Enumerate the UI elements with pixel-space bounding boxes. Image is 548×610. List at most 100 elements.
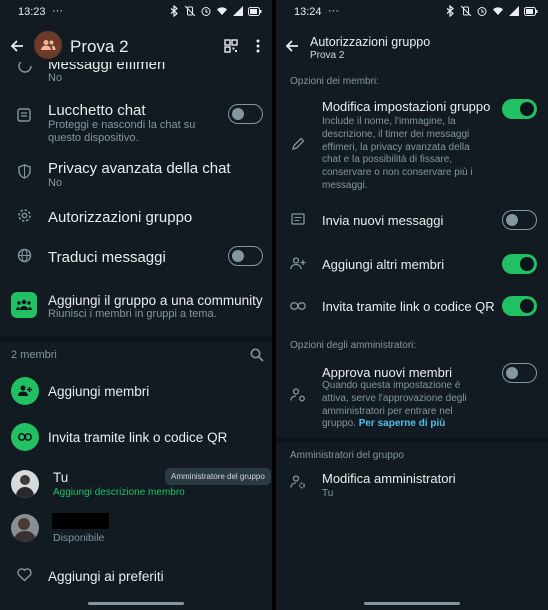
status-dots: ···	[328, 5, 339, 17]
redacted-member-name	[52, 513, 109, 529]
chat-lock-title: Lucchetto chat	[48, 102, 146, 119]
edit-settings-toggle[interactable]	[502, 99, 537, 119]
gesture-bar	[88, 602, 184, 605]
back-arrow-icon[interactable]	[9, 38, 25, 54]
permissions-title: Autorizzazioni gruppo	[310, 35, 431, 49]
admins-options-label: Opzioni degli amministratori:	[290, 340, 417, 351]
group-title: Prova 2	[70, 37, 129, 56]
heart-icon	[17, 568, 32, 582]
add-to-community-row[interactable]: Aggiungi il gruppo a una community Riuni…	[0, 290, 272, 326]
vibrate-off-icon	[460, 5, 472, 17]
add-other-members-label: Aggiungi altri membri	[322, 257, 445, 272]
favorites-label: Aggiungi ai preferiti	[48, 569, 164, 584]
approve-toggle[interactable]	[502, 363, 537, 383]
send-messages-toggle[interactable]	[502, 210, 537, 230]
translate-toggle[interactable]	[228, 246, 263, 266]
toggle-knob	[232, 107, 244, 120]
add-member-icon	[11, 377, 39, 405]
gesture-bar	[364, 602, 460, 605]
translate-row[interactable]: Traduci messaggi	[0, 244, 272, 270]
battery-icon	[248, 6, 262, 16]
community-icon	[11, 292, 37, 318]
ephemeral-subtitle: No	[48, 72, 63, 84]
invite-link-label: Invita tramite link o codice QR	[48, 430, 228, 445]
edit-settings-desc: Include il nome, l'immagine, la descrizi…	[322, 116, 473, 191]
member-name-you: Tu	[53, 470, 69, 485]
send-messages-row[interactable]: Invia nuovi messaggi	[276, 208, 548, 234]
add-members-row[interactable]: Aggiungi membri	[0, 375, 272, 409]
member-avatar-other	[11, 514, 39, 542]
member-status-other: Disponibile	[53, 532, 105, 544]
section-divider	[276, 438, 548, 442]
member-row-you[interactable]: Tu Aggiungi descrizione membro Amministr…	[0, 464, 272, 504]
shield-icon	[18, 164, 31, 179]
signal-icon	[233, 6, 243, 16]
invite-link-row[interactable]: Invita tramite link o codice QR	[0, 421, 272, 455]
status-time: 13:23	[18, 6, 46, 18]
add-other-members-row[interactable]: Aggiungi altri membri	[276, 252, 548, 278]
chat-lock-toggle[interactable]	[228, 104, 263, 124]
group-avatar-icon	[41, 40, 56, 50]
bluetooth-icon	[170, 5, 178, 17]
edit-admins-row[interactable]: Modifica amministratori Tu	[276, 468, 548, 502]
advanced-privacy-title: Privacy avanzata della chat	[48, 160, 231, 177]
wifi-icon	[493, 7, 503, 15]
timer-icon	[18, 62, 32, 73]
edit-admins-title: Modifica amministratori	[322, 471, 456, 486]
admin-settings-icon	[290, 475, 305, 489]
invite-via-link-row[interactable]: Invita tramite link o codice QR	[276, 294, 548, 320]
approve-title: Approva nuovi membri	[322, 365, 453, 380]
chat-lock-icon	[17, 108, 31, 122]
toggle-knob	[520, 299, 534, 313]
translate-title: Traduci messaggi	[48, 249, 166, 266]
edit-admins-subtitle: Tu	[322, 488, 334, 499]
status-icons	[168, 5, 262, 17]
chat-lock-subtitle: Proteggi e nascondi la chat su questo di…	[48, 119, 196, 144]
qr-code-icon[interactable]	[224, 39, 238, 53]
ephemeral-messages-row[interactable]: Messaggi effimeri No	[0, 62, 272, 86]
toggle-knob	[506, 366, 518, 379]
member-row-other[interactable]: Disponibile	[0, 508, 272, 548]
add-other-members-toggle[interactable]	[502, 254, 537, 274]
group-avatar[interactable]	[34, 31, 62, 59]
members-count: 2 membri	[11, 349, 57, 361]
send-messages-label: Invia nuovi messaggi	[322, 213, 444, 228]
toggle-knob	[520, 257, 534, 271]
status-time: 13:24	[294, 6, 322, 18]
globe-icon	[17, 248, 32, 263]
advanced-privacy-row[interactable]: Privacy avanzata della chat No	[0, 158, 272, 194]
add-member-description-link[interactable]: Aggiungi descrizione membro	[53, 487, 185, 498]
add-to-favorites-row[interactable]: Aggiungi ai preferiti	[0, 564, 272, 590]
group-permissions-title: Autorizzazioni gruppo	[48, 209, 193, 226]
alarm-icon	[477, 7, 487, 16]
chat-lock-row[interactable]: Lucchetto chat Proteggi e nascondi la ch…	[0, 100, 272, 144]
bluetooth-icon	[446, 5, 454, 17]
members-options-label: Opzioni dei membri:	[290, 76, 379, 87]
add-members-label: Aggiungi membri	[48, 384, 150, 399]
community-title: Aggiungi il gruppo a una community	[48, 293, 263, 308]
member-avatar-you	[11, 470, 39, 498]
status-icons	[444, 5, 538, 17]
wifi-icon	[217, 7, 227, 15]
edit-settings-title: Modifica impostazioni gruppo	[322, 99, 491, 114]
info-list: Messaggi effimeri No Lucchetto chat Prot…	[0, 62, 272, 604]
toggle-knob	[232, 249, 244, 262]
toggle-knob	[520, 102, 534, 116]
search-icon[interactable]	[250, 348, 264, 362]
message-icon	[291, 213, 305, 225]
learn-more-link[interactable]: Per saperne di più	[359, 418, 446, 429]
ephemeral-title: Messaggi effimeri	[48, 62, 166, 73]
approve-members-row[interactable]: Approva nuovi membri Quando questa impos…	[276, 362, 548, 430]
group-admins-label: Amministratori del gruppo	[290, 450, 404, 461]
group-permissions-row[interactable]: Autorizzazioni gruppo	[0, 204, 272, 228]
back-arrow-icon[interactable]	[284, 38, 300, 54]
community-subtitle: Riunisci i membri in gruppi a tema.	[48, 308, 217, 320]
gear-icon	[18, 209, 31, 222]
person-settings-icon	[290, 388, 305, 402]
permissions-subtitle: Prova 2	[310, 50, 345, 61]
toggle-knob	[506, 213, 518, 226]
invite-via-link-toggle[interactable]	[502, 296, 537, 316]
more-options-icon[interactable]	[255, 39, 261, 53]
invite-via-link-label: Invita tramite link o codice QR	[322, 299, 495, 314]
edit-group-settings-row[interactable]: Modifica impostazioni gruppo Include il …	[276, 96, 548, 192]
